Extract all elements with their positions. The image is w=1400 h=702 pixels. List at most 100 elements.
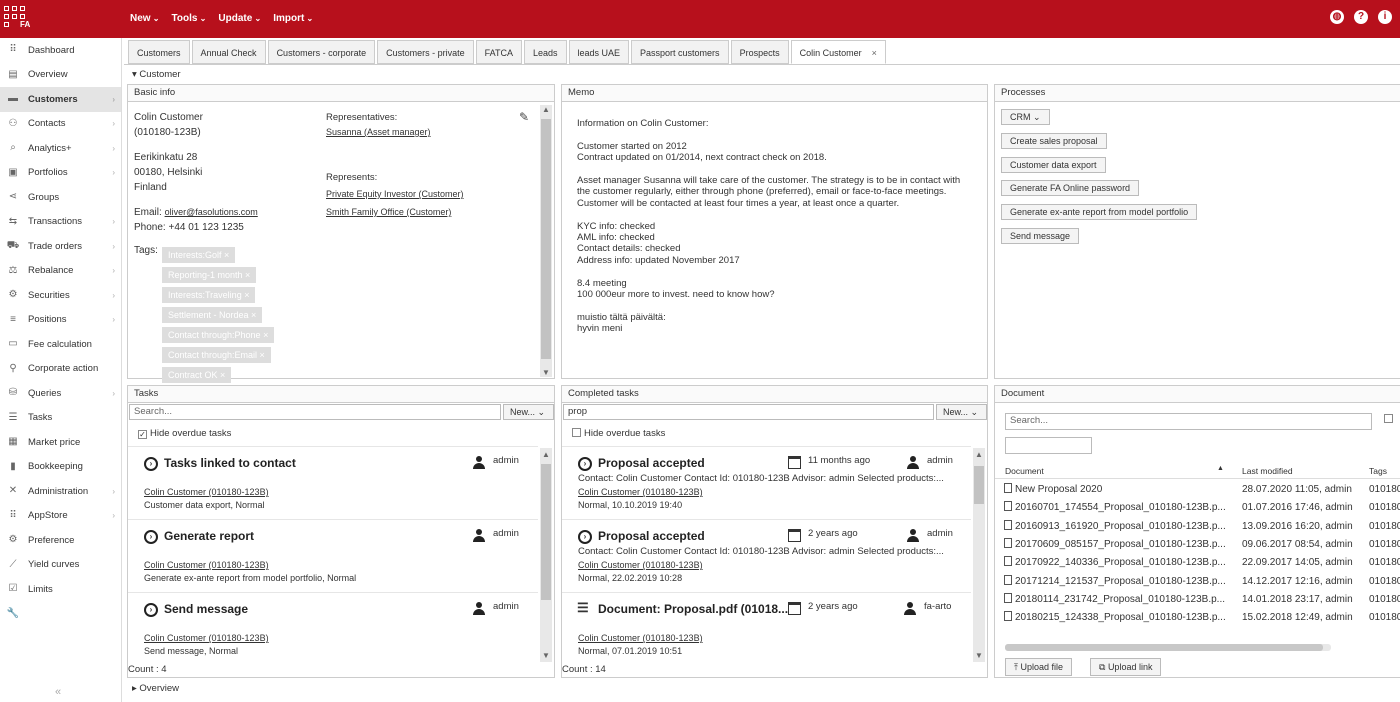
represents-link-1[interactable]: Private Equity Investor (Customer) [326,185,464,203]
task-item[interactable]: › Tasks linked to contact admin Colin Custo… [128,447,538,520]
section-customer[interactable]: ▾ Customer [132,69,181,80]
document-row[interactable]: 20170922_140336_Proposal_010180-123B.p..… [995,554,1400,572]
collapse-icon[interactable]: « [55,686,61,698]
col-document[interactable]: Document [1005,466,1044,476]
task-contact-link[interactable]: Colin Customer (010180-123B) [144,633,269,643]
task-title[interactable]: Generate report [164,529,254,543]
sidebar-item-preference[interactable]: ⚙ Preference [0,528,121,553]
scroll-thumb[interactable] [541,119,551,359]
globe-icon[interactable]: ◍ [1330,10,1344,24]
help-icon[interactable]: ? [1354,10,1368,24]
sidebar-item-queries[interactable]: ⛁ Queries › [0,381,121,406]
tag-chip[interactable]: Settlement - Nordea × [162,307,263,323]
document-name[interactable]: 20170609_085157_Proposal_010180-123B.p..… [1004,536,1226,554]
customer-data-export-button[interactable]: Customer data export [1001,157,1106,173]
tag-chip[interactable]: Contact through:Email × [162,347,271,363]
completed-hide-overdue-checkbox[interactable] [572,428,581,437]
close-icon[interactable]: × [872,48,877,58]
tasks-new-button[interactable]: New... ⌄ [503,404,554,420]
sidebar-item-corporate-action[interactable]: ⚲ Corporate action [0,357,121,382]
document-name[interactable]: New Proposal 2020 [1004,481,1102,499]
representative-link[interactable]: Susanna (Asset manager) [326,125,464,140]
sidebar-item-appstore[interactable]: ⠿ AppStore › [0,504,121,529]
document-row[interactable]: 20180114_231742_Proposal_010180-123B.p..… [995,591,1400,609]
document-row[interactable]: 20160913_161920_Proposal_010180-123B.p..… [995,518,1400,536]
scroll-up-icon[interactable]: ▲ [540,105,552,114]
completed-search-input[interactable]: prop [563,404,934,420]
document-name[interactable]: 20170922_140336_Proposal_010180-123B.p..… [1004,554,1226,572]
document-name[interactable]: 20171214_121537_Proposal_010180-123B.p..… [1004,573,1226,591]
completed-task-title[interactable]: Proposal accepted [598,529,705,543]
document-filter-input[interactable] [1005,437,1092,454]
tab-leads[interactable]: Leads [523,40,567,64]
completed-task-item[interactable]: › Proposal accepted 2 years ago admin Contac… [562,520,971,593]
completed-task-contact-link[interactable]: Colin Customer (010180-123B) [578,633,703,643]
sidebar-item-rebalance[interactable]: ⚖ Rebalance › [0,259,121,284]
document-row[interactable]: New Proposal 2020 28.07.2020 11:05, admin… [995,481,1400,499]
completed-task-title[interactable]: Document: Proposal.pdf (01018... [598,602,788,616]
tab-colin-customer[interactable]: Colin Customer × [790,40,886,64]
menu-update[interactable]: Update [218,13,261,24]
sidebar-item-fee-calculation[interactable]: ▭ Fee calculation [0,332,121,357]
tab-passport-customers[interactable]: Passport customers [631,40,729,64]
email-link[interactable]: oliver@fasolutions.com [165,207,258,217]
edit-icon[interactable]: ✎ [519,110,529,124]
tab-fatca[interactable]: FATCA [475,40,522,64]
task-title[interactable]: Send message [164,602,248,616]
tab-prospects[interactable]: Prospects [730,40,789,64]
menu-import[interactable]: Import [273,13,313,24]
tag-chip[interactable]: Contact through:Phone × [162,327,275,343]
sidebar-item-overview[interactable]: ▤ Overview [0,63,121,88]
scroll-down-icon[interactable]: ▼ [973,651,985,660]
hscroll-thumb[interactable] [1005,644,1323,651]
sidebar-item-groups[interactable]: ⋖ Groups [0,185,121,210]
sidebar-item-analytics[interactable]: ⌕ Analytics+ › [0,136,121,161]
sort-asc-icon[interactable]: ▲ [1217,465,1224,472]
document-name[interactable]: 20160913_161920_Proposal_010180-123B.p..… [1004,518,1226,536]
tab-customers[interactable]: Customers [128,40,190,64]
task-item[interactable]: › Send message admin Colin Customer (010180… [128,593,538,662]
menu-new[interactable]: New [130,13,160,24]
sidebar-item-market-price[interactable]: ▦ Market price [0,430,121,455]
tab-customers-corporate[interactable]: Customers - corporate [267,40,376,64]
sidebar-item-tools[interactable]: 🔧 [0,602,121,627]
scroll-down-icon[interactable]: ▼ [540,368,552,377]
section-overview[interactable]: ▸ Overview [132,683,179,694]
task-title[interactable]: Tasks linked to contact [164,456,296,470]
tag-chip[interactable]: Reporting-1 month × [162,267,257,283]
completed-task-contact-link[interactable]: Colin Customer (010180-123B) [578,560,703,570]
send-message-button[interactable]: Send message [1001,228,1080,244]
scroll-thumb[interactable] [974,466,984,504]
represents-link-2[interactable]: Smith Family Office (Customer) [326,203,464,221]
upload-link-button[interactable]: ⧉ Upload link [1090,658,1162,676]
menu-tools[interactable]: Tools [172,13,207,24]
completed-scrollbar[interactable]: ▲ ▼ [973,448,985,662]
basic-info-scrollbar[interactable]: ▲ ▼ [540,105,552,377]
document-row[interactable]: 20160701_174554_Proposal_010180-123B.p..… [995,499,1400,517]
sidebar-item-dashboard[interactable]: ⠿ Dashboard [0,38,121,63]
tasks-scrollbar[interactable]: ▲ ▼ [540,448,552,662]
sidebar-item-yield-curves[interactable]: ⟋ Yield curves [0,553,121,578]
sidebar-item-contacts[interactable]: ⚇ Contacts › [0,112,121,137]
document-name[interactable]: 20180215_124338_Proposal_010180-123B.p..… [1004,609,1226,627]
sidebar-item-bookkeeping[interactable]: ▮ Bookkeeping [0,455,121,480]
document-name[interactable]: 20160701_174554_Proposal_010180-123B.p..… [1004,499,1226,517]
document-name[interactable]: 20180114_231742_Proposal_010180-123B.p..… [1004,591,1225,609]
completed-task-item[interactable]: ☰ Document: Proposal.pdf (01018... 2 years… [562,593,971,662]
tasks-hide-overdue[interactable]: ✓ Hide overdue tasks [138,428,231,439]
document-row[interactable]: 20170609_085157_Proposal_010180-123B.p..… [995,536,1400,554]
document-row[interactable]: 20171214_121537_Proposal_010180-123B.p..… [995,573,1400,591]
generate-ex-ante-report-button[interactable]: Generate ex-ante report from model portf… [1001,204,1198,220]
scroll-down-icon[interactable]: ▼ [540,651,552,660]
tab-annual-check[interactable]: Annual Check [191,40,266,64]
scroll-up-icon[interactable]: ▲ [540,450,552,459]
document-search-input[interactable]: Search... [1005,413,1372,430]
hide-overdue-checkbox[interactable]: ✓ [138,430,147,439]
sidebar-item-trade-orders[interactable]: ⛟ Trade orders › [0,234,121,259]
sidebar-item-securities[interactable]: ⚙ Securities › [0,283,121,308]
sidebar-item-administration[interactable]: ✕ Administration › [0,479,121,504]
fa-logo[interactable]: FA [4,6,34,32]
generate-fa-online-password-button[interactable]: Generate FA Online password [1001,180,1140,196]
tag-chip[interactable]: Interests:Golf × [162,247,236,263]
memo-text[interactable]: Information on Colin Customer: Customer s… [577,118,960,335]
